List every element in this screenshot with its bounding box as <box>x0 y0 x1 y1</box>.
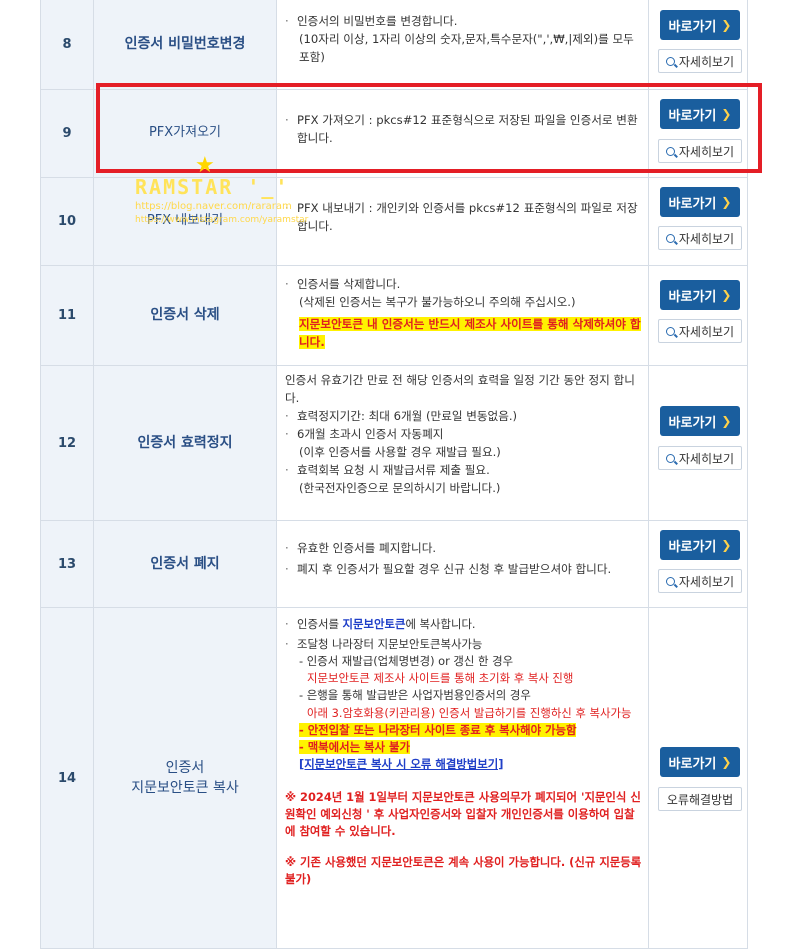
details-button[interactable]: 자세히보기 <box>658 446 742 470</box>
row-actions: 바로가기 ❯ 자세히보기 <box>649 0 748 89</box>
go-label: 바로가기 <box>668 415 717 431</box>
chevron-right-icon: ❯ <box>721 18 732 32</box>
magnifier-plus-icon <box>665 56 675 66</box>
row-number: 8 <box>40 0 94 89</box>
error-solution-button[interactable]: 오류해결방법 <box>658 787 742 811</box>
desc-sub: (이후 인증서를 사용할 경우 재발급 필요.) <box>299 444 501 459</box>
row-actions: 바로가기 ❯ 자세히보기 <box>649 521 748 607</box>
row-description: · PFX 내보내기 : 개인키와 인증서를 pkcs#12 표준형식의 파일로 … <box>277 178 649 265</box>
details-label: 자세히보기 <box>678 54 735 69</box>
table-row: 13 인증서 폐지 · 유효한 인증서를 폐지합니다. · 폐지 후 인증서가 필요… <box>40 521 748 608</box>
row-title: PFX 내보내기 <box>94 178 277 265</box>
details-button[interactable]: 자세히보기 <box>658 319 742 343</box>
go-label: 바로가기 <box>668 289 717 305</box>
row-title: 인증서 비밀번호변경 <box>94 0 277 89</box>
row-number: 10 <box>40 178 94 265</box>
desc-sub-red: 아래 3.암호화용(키관리용) 인증서 발급하기를 진행하신 후 복사가능 <box>307 705 632 720</box>
row-title: 인증서 삭제 <box>94 266 277 365</box>
magnifier-plus-icon <box>665 576 675 586</box>
error-solution-link[interactable]: [지문보안토큰 복사 시 오류 해결방법보기] <box>299 757 503 771</box>
row-number: 14 <box>40 608 94 948</box>
notice-text: ※ 기존 사용했던 지문보안토큰은 계속 사용이 가능합니다. (신규 지문등록… <box>285 855 642 887</box>
details-label: 자세히보기 <box>678 574 735 589</box>
row-description: · 인증서를 삭제합니다. (삭제된 인증서는 복구가 불가능하오니 주의해 주십… <box>277 266 649 365</box>
magnifier-plus-icon <box>665 326 675 336</box>
go-label: 바로가기 <box>668 19 717 35</box>
go-button[interactable]: 바로가기 ❯ <box>660 406 740 436</box>
row-number: 12 <box>40 366 94 520</box>
go-button[interactable]: 바로가기 ❯ <box>660 747 740 777</box>
magnifier-plus-icon <box>665 233 675 243</box>
row-number: 13 <box>40 521 94 607</box>
desc-line: PFX 내보내기 : 개인키와 인증서를 pkcs#12 표준형식의 파일로 저… <box>297 201 638 233</box>
desc-sub: - 인증서 재발급(업체명변경) or 갱신 한 경우 <box>299 654 514 669</box>
chevron-right-icon: ❯ <box>721 538 732 552</box>
go-label: 바로가기 <box>668 539 717 555</box>
go-button[interactable]: 바로가기 ❯ <box>660 10 740 40</box>
notice-text: ※ 2024년 1월 1일부터 지문보안토큰 사용의무가 폐지되어 '지문인식 … <box>285 789 641 839</box>
go-label: 바로가기 <box>668 196 717 212</box>
desc-line: 폐지 후 인증서가 필요할 경우 신규 신청 후 발급받으셔야 합니다. <box>297 561 612 576</box>
desc-line: (삭제된 인증서는 복구가 불가능하오니 주의해 주십시오.) <box>299 294 576 309</box>
warning-highlight: - 맥북에서는 복사 불가 <box>299 739 410 754</box>
row-description: · 인증서를 지문보안토큰에 복사합니다. · 조달청 나라장터 지문보안토큰복사가… <box>277 608 649 948</box>
annotation-highlight-box <box>96 83 762 173</box>
magnifier-plus-icon <box>665 453 675 463</box>
row-title-line1: 인증서 <box>165 759 205 776</box>
go-button[interactable]: 바로가기 ❯ <box>660 280 740 310</box>
go-button[interactable]: 바로가기 ❯ <box>660 530 740 560</box>
desc-line: 인증서를 삭제합니다. <box>297 277 401 291</box>
desc-bullet: 효력회복 요청 시 재발급서류 제출 필요. <box>297 462 490 477</box>
warning-highlight: 지문보안토큰 내 인증서는 반드시 제조사 사이트를 통해 삭제하셔야 합니다. <box>299 316 641 349</box>
details-button[interactable]: 자세히보기 <box>658 226 742 250</box>
table-row: 12 인증서 효력정지 인증서 유효기간 만료 전 해당 인증서의 효력을 일정… <box>40 366 748 521</box>
desc-bullet: 6개월 초과시 인증서 자동폐지 <box>297 426 444 441</box>
desc-text: 조달청 나라장터 지문보안토큰복사가능 <box>297 637 483 652</box>
row-actions: 바로가기 ❯ 자세히보기 <box>649 178 748 265</box>
row-actions: 바로가기 ❯ 자세히보기 <box>649 266 748 365</box>
error-solution-label: 오류해결방법 <box>666 792 734 807</box>
go-button[interactable]: 바로가기 ❯ <box>660 187 740 217</box>
details-button[interactable]: 자세히보기 <box>658 49 742 73</box>
row-description: · 유효한 인증서를 폐지합니다. · 폐지 후 인증서가 필요할 경우 신규 신청… <box>277 521 649 607</box>
token-keyword: 지문보안토큰 <box>342 617 406 631</box>
details-button[interactable]: 자세히보기 <box>658 569 742 593</box>
row-title: 인증서 효력정지 <box>94 366 277 520</box>
chevron-right-icon: ❯ <box>721 288 732 302</box>
desc-sub-red: 지문보안토큰 제조사 사이트를 통해 초기화 후 복사 진행 <box>307 671 574 686</box>
row-title: 인증서 폐지 <box>94 521 277 607</box>
row-description: 인증서 유효기간 만료 전 해당 인증서의 효력을 일정 기간 동안 정지 합니… <box>277 366 649 520</box>
row-number: 9 <box>40 90 94 177</box>
row-number: 11 <box>40 266 94 365</box>
row-actions: 바로가기 ❯ 자세히보기 <box>649 366 748 520</box>
desc-sub: - 은행을 통해 발급받은 사업자범용인증서의 경우 <box>299 688 531 703</box>
table-row: 14 인증서 지문보안토큰 복사 · 인증서를 지문보안토큰에 복사합니다. · 조… <box>40 608 748 949</box>
table-row: 10 PFX 내보내기 · PFX 내보내기 : 개인키와 인증서를 pkcs#1… <box>40 178 748 266</box>
table-row: 11 인증서 삭제 · 인증서를 삭제합니다. (삭제된 인증서는 복구가 불가능… <box>40 266 748 366</box>
details-label: 자세히보기 <box>678 231 735 246</box>
desc-text: 인증서를 <box>297 617 343 631</box>
desc-bullet: 효력정지기간: 최대 6개월 (만료일 변동없음.) <box>297 408 518 423</box>
desc-line: 인증서의 비밀번호를 변경합니다. <box>297 14 458 28</box>
chevron-right-icon: ❯ <box>721 414 732 428</box>
row-actions: 바로가기 ❯ 오류해결방법 <box>649 608 748 948</box>
row-title: 인증서 지문보안토큰 복사 <box>94 608 277 948</box>
row-description: · 인증서의 비밀번호를 변경합니다. (10자리 이상, 1자리 이상의 숫자,… <box>277 0 649 89</box>
details-label: 자세히보기 <box>678 324 735 339</box>
details-label: 자세히보기 <box>678 451 735 466</box>
row-title-line2: 지문보안토큰 복사 <box>131 780 239 796</box>
warning-highlight: - 안전입찰 또는 나라장터 사이트 종료 후 복사해야 가능함 <box>299 722 577 737</box>
chevron-right-icon: ❯ <box>721 755 732 769</box>
desc-line: 유효한 인증서를 폐지합니다. <box>297 541 437 555</box>
desc-sub: (한국전자인증으로 문의하시기 바랍니다.) <box>299 480 501 495</box>
table-row: 8 인증서 비밀번호변경 · 인증서의 비밀번호를 변경합니다. (10자리 이상… <box>40 0 748 90</box>
desc-intro: 인증서 유효기간 만료 전 해당 인증서의 효력을 일정 기간 동안 정지 합니… <box>285 373 635 405</box>
go-label: 바로가기 <box>668 756 717 772</box>
desc-text: 에 복사합니다. <box>405 617 476 631</box>
chevron-right-icon: ❯ <box>721 195 732 209</box>
desc-line: (10자리 이상, 1자리 이상의 숫자,문자,특수문자(",',₩,|제외)를… <box>299 31 634 64</box>
